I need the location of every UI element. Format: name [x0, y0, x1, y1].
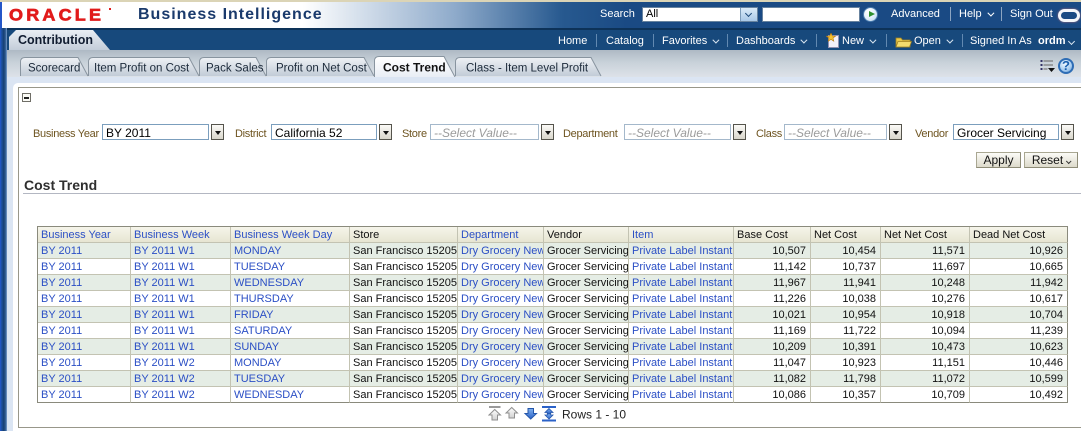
svg-text:Pack Sales: Pack Sales: [206, 63, 264, 75]
svg-text:Rows 1 - 10: Rows 1 - 10: [562, 408, 626, 422]
svg-text:Class - Item Level Profit: Class - Item Level Profit: [466, 63, 589, 75]
svg-text:Profit on Net Cost: Profit on Net Cost: [276, 63, 368, 75]
svg-text:Cost Trend: Cost Trend: [383, 61, 446, 75]
svg-text:Item Profit on Cost: Item Profit on Cost: [94, 63, 190, 75]
svg-text:Scorecard: Scorecard: [28, 63, 80, 75]
